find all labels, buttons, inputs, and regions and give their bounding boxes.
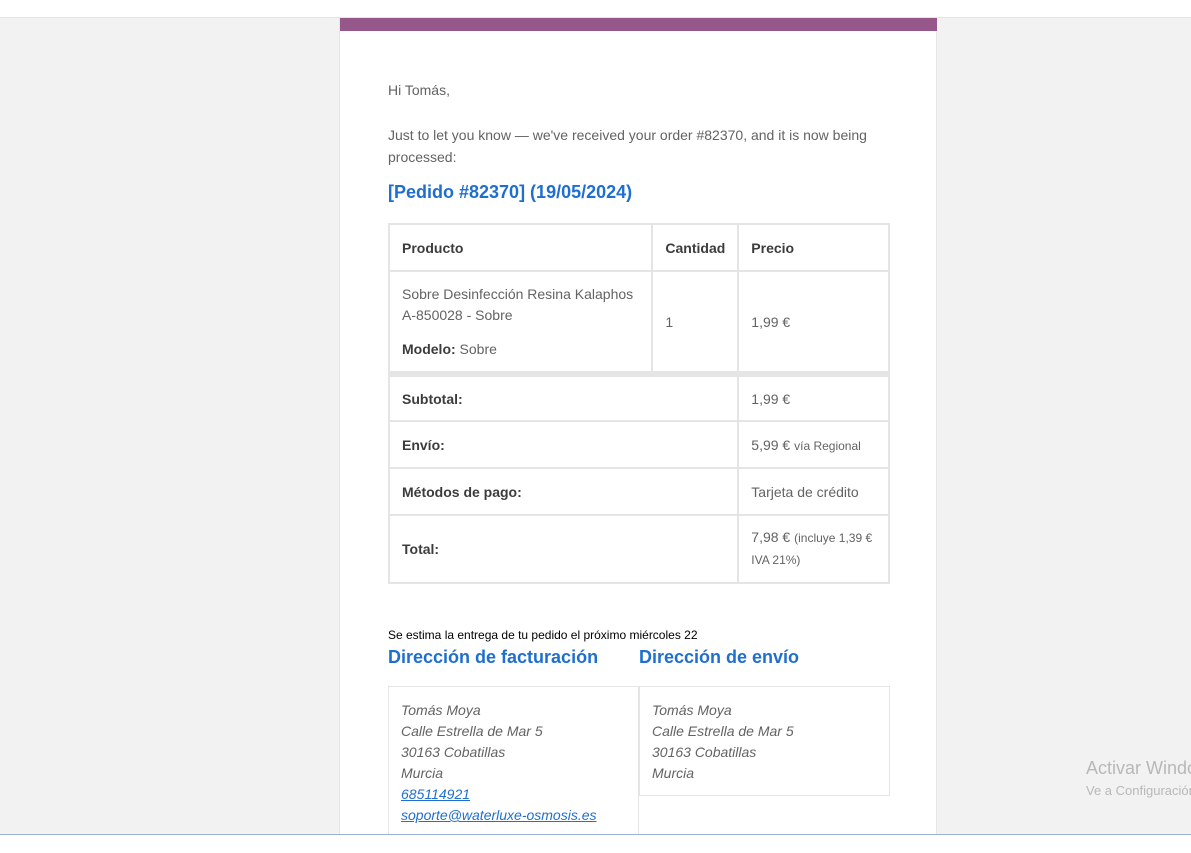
total-amount: 1,99 € [751,390,791,407]
shipping-region: Murcia [652,765,695,781]
greeting: Hi Tomás, [388,82,450,98]
total-label: Métodos de pago: [387,467,740,516]
payment-method: Tarjeta de crédito [751,483,859,500]
order-heading: [Pedido #82370] (19/05/2024) [388,182,633,202]
total-value: 7,98 € (incluye 1,39 € IVA 21%) [737,514,890,584]
shipping-method: vía Regional [794,438,861,453]
item-quantity: 1 [651,270,740,375]
total-label: Total: [387,514,740,584]
item-price: 1,99 € [737,270,890,375]
billing-city: 30163 Cobatillas [401,744,506,760]
table-row: Sobre Desinfección Resina Kalaphos A-850… [387,270,890,375]
taskbar-edge [0,834,1191,853]
item-product-cell: Sobre Desinfección Resina Kalaphos A-850… [387,270,654,375]
shipping-address-title: Dirección de envío [639,647,800,667]
total-value: Tarjeta de crédito [737,467,890,516]
header-product: Producto [387,223,654,272]
header-band [340,18,937,31]
shipping-street: Calle Estrella de Mar 5 [652,723,794,739]
total-amount: 7,98 € [751,529,791,545]
item-meta: Modelo: Sobre [402,339,639,360]
item-meta-label: Modelo: [402,340,456,357]
shipping-name: Tomás Moya [652,702,732,718]
total-label: Subtotal: [387,371,740,422]
total-value: 1,99 € [737,371,890,422]
item-name: Sobre Desinfección Resina Kalaphos A-850… [402,285,634,323]
billing-street: Calle Estrella de Mar 5 [401,723,543,739]
total-label: Envío: [387,420,740,469]
billing-region: Murcia [401,765,444,781]
billing-phone-link[interactable]: 685114921 [401,784,626,805]
header-price: Precio [737,223,890,272]
billing-address-title: Dirección de facturación [388,647,599,667]
billing-name: Tomás Moya [401,702,481,718]
shipping-city: 30163 Cobatillas [652,744,757,760]
header-quantity: Cantidad [651,223,740,272]
total-row-shipping: Envío: 5,99 € vía Regional [387,420,890,469]
total-row-total: Total: 7,98 € (incluye 1,39 € IVA 21%) [387,514,890,584]
total-row-subtotal: Subtotal: 1,99 € [387,371,890,422]
browser-toolbar [0,0,1191,18]
email-body: Hi Tomás, Just to let you know — we've r… [339,18,937,834]
intro-text: Just to let you know — we've received yo… [388,127,867,165]
billing-email-link[interactable]: soporte@waterluxe-osmosis.es [401,805,626,826]
delivery-estimate: Se estima la entrega de tu pedido el pró… [388,628,698,642]
order-table: Producto Cantidad Precio Sobre Desinfecc… [387,223,890,584]
item-meta-value: Sobre [459,340,497,357]
shipping-address: Tomás Moya Calle Estrella de Mar 5 30163… [639,686,890,796]
total-value: 5,99 € vía Regional [737,420,890,469]
table-header-row: Producto Cantidad Precio [387,223,890,272]
activation-watermark-subtitle: Ve a Configuración [1086,783,1191,798]
total-amount: 5,99 € [751,436,791,453]
total-row-payment: Métodos de pago: Tarjeta de crédito [387,467,890,516]
activation-watermark-title: Activar Windows [1086,758,1191,778]
billing-address: Tomás Moya Calle Estrella de Mar 5 30163… [388,686,639,834]
